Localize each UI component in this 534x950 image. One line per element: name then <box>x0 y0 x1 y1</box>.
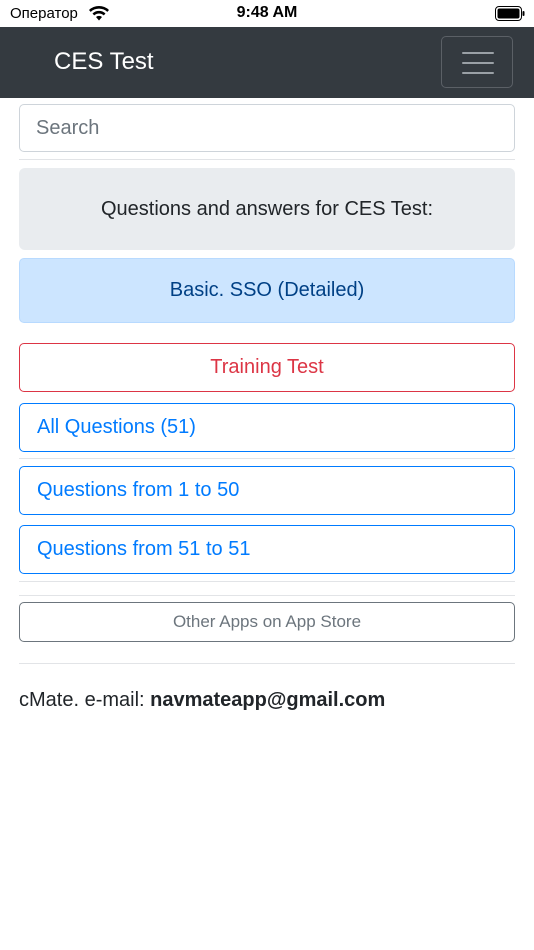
divider <box>19 663 515 664</box>
all-questions-button[interactable]: All Questions (51) <box>19 403 515 452</box>
footer-prefix: cMate. e-mail: <box>19 689 151 711</box>
questions-range-1-label: Questions from 1 to 50 <box>37 479 240 501</box>
navbar-brand[interactable]: CES Test <box>54 48 154 76</box>
all-questions-label: All Questions (51) <box>37 416 196 438</box>
questions-range-1-button[interactable]: Questions from 1 to 50 <box>19 466 515 515</box>
other-apps-label: Other Apps on App Store <box>172 612 362 631</box>
search-input[interactable] <box>19 104 515 152</box>
divider <box>19 159 515 160</box>
category-banner: Basic. SSO (Detailed) <box>19 258 515 323</box>
questions-header-text: Questions and answers for CES Test: <box>100 197 433 220</box>
training-test-button[interactable]: Training Test <box>19 343 515 392</box>
footer-email[interactable]: navmateapp@gmail.com <box>150 689 385 711</box>
questions-range-2-button[interactable]: Questions from 51 to 51 <box>19 525 515 574</box>
training-test-label: Training Test <box>210 356 324 378</box>
status-bar: Оператор 9:48 AM <box>0 0 534 27</box>
divider <box>19 458 515 459</box>
other-apps-button[interactable]: Other Apps on App Store <box>19 602 515 642</box>
footer-contact: cMate. e-mail: navmateapp@gmail.com <box>19 689 385 712</box>
status-time: 9:48 AM <box>236 4 298 21</box>
questions-header: Questions and answers for CES Test: <box>19 168 515 250</box>
divider <box>19 581 515 582</box>
navbar: CES Test <box>0 27 534 98</box>
battery-icon <box>495 6 525 21</box>
questions-range-2-label: Questions from 51 to 51 <box>37 538 251 560</box>
divider <box>19 595 515 596</box>
category-label: Basic. SSO (Detailed) <box>169 279 365 301</box>
menu-toggle-button[interactable] <box>441 36 513 88</box>
